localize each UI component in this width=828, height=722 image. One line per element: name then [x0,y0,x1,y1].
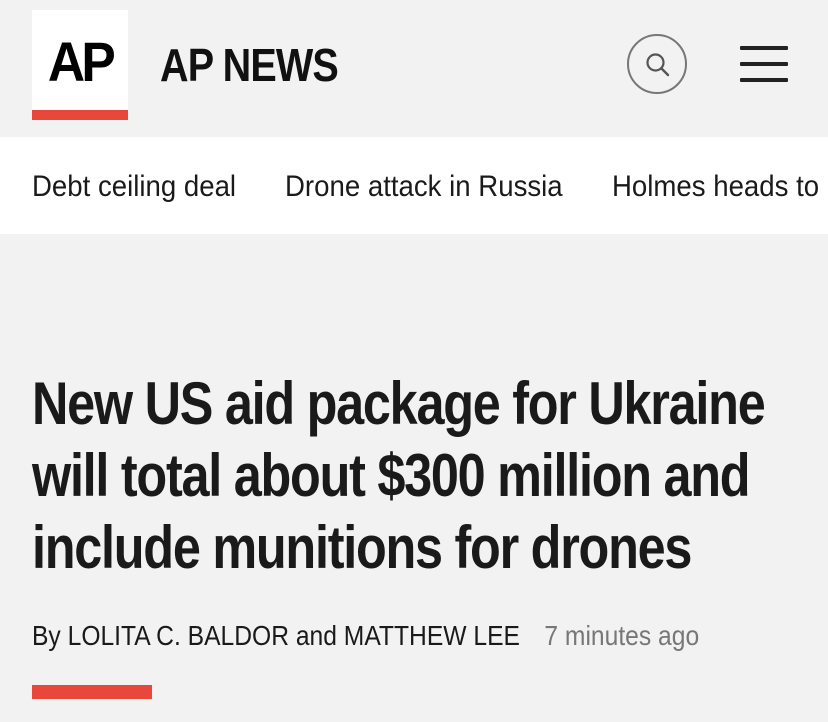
trending-link-drone-attack[interactable]: Drone attack in Russia [285,169,563,205]
logo-accent-bar [32,110,128,120]
trending-topics-bar: Debt ceiling deal Drone attack in Russia… [0,137,828,234]
menu-bar-bottom [740,78,788,82]
trending-link-debt-ceiling[interactable]: Debt ceiling deal [32,169,236,205]
author-link-baldor[interactable]: LOLITA C. BALDOR [68,620,289,651]
page: AP AP NEWS Debt ceiling deal Drone attac… [0,0,828,722]
ap-logo[interactable]: AP [32,10,128,120]
article-timestamp: 7 minutes ago [544,620,700,651]
author-link-lee[interactable]: MATTHEW LEE [344,620,520,651]
menu-bar-middle [740,62,788,66]
byline-conjunction: and [295,620,337,651]
byline-prefix: By [32,620,61,651]
trending-link-holmes[interactable]: Holmes heads to [612,169,819,205]
search-button[interactable] [627,34,687,94]
article-accent-bar [32,685,152,699]
article-headline: New US aid package for Ukraine will tota… [32,370,766,581]
ap-logo-text: AP [47,30,116,93]
site-title[interactable]: AP NEWS [160,38,339,92]
menu-button[interactable] [740,44,788,84]
article-byline: By LOLITA C. BALDOR and MATTHEW LEE 7 mi… [32,618,699,654]
menu-bar-top [740,46,788,50]
search-icon [646,53,670,77]
site-header: AP AP NEWS [0,0,828,137]
